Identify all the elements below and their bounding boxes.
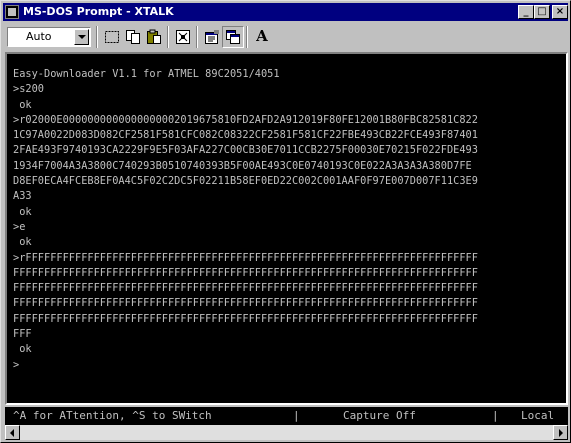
terminal-line: >e bbox=[13, 220, 26, 233]
terminal-line: A33 bbox=[13, 190, 32, 203]
arrow-left-icon bbox=[10, 429, 14, 437]
copy-button[interactable] bbox=[122, 26, 144, 48]
status-hint: ^A for ATtention, ^S to SWitch bbox=[13, 409, 212, 422]
paste-button[interactable] bbox=[143, 26, 165, 48]
copy-icon bbox=[126, 30, 140, 44]
terminal-line: FFFFFFFFFFFFFFFFFFFFFFFFFFFFFFFFFFFFFFFF… bbox=[13, 312, 478, 325]
minimize-button[interactable]: _ bbox=[518, 5, 534, 19]
horizontal-scrollbar[interactable] bbox=[5, 425, 568, 440]
chevron-down-icon[interactable] bbox=[74, 29, 89, 45]
properties-button[interactable] bbox=[201, 26, 223, 48]
terminal-screen[interactable]: Easy-Downloader V1.1 for ATMEL 89C2051/4… bbox=[5, 52, 568, 405]
maximize-button[interactable]: □ bbox=[534, 5, 550, 19]
terminal-line: >r02000E0000000000000000002019675810FD2A… bbox=[13, 113, 478, 126]
scroll-right-button[interactable] bbox=[553, 425, 568, 440]
terminal-line: ok bbox=[13, 205, 32, 218]
background-icon bbox=[226, 30, 240, 44]
mark-icon bbox=[105, 31, 119, 43]
terminal-line: ok bbox=[13, 98, 32, 111]
toolbar-divider bbox=[196, 26, 198, 48]
paste-icon bbox=[147, 29, 161, 44]
msdos-app-icon[interactable] bbox=[5, 5, 19, 19]
mode-status: Local bbox=[521, 409, 555, 422]
terminal-line: FFFFFFFFFFFFFFFFFFFFFFFFFFFFFFFFFFFFFFFF… bbox=[13, 266, 478, 279]
toolbar-divider bbox=[167, 26, 169, 48]
title-bar[interactable]: MS-DOS Prompt - XTALK _ □ × bbox=[3, 3, 568, 21]
terminal-line: Easy-Downloader V1.1 for ATMEL 89C2051/4… bbox=[13, 68, 280, 80]
status-separator: | bbox=[492, 409, 499, 422]
window-title: MS-DOS Prompt - XTALK bbox=[23, 5, 174, 18]
capture-status: Capture Off bbox=[343, 409, 416, 422]
toolbar-divider bbox=[246, 26, 248, 48]
background-button[interactable] bbox=[222, 26, 244, 48]
arrow-right-icon bbox=[559, 429, 563, 437]
terminal-line: >s200 bbox=[13, 83, 44, 96]
toolbar-divider bbox=[96, 26, 98, 48]
terminal-line: FFFFFFFFFFFFFFFFFFFFFFFFFFFFFFFFFFFFFFFF… bbox=[13, 282, 478, 295]
font-size-select[interactable]: Auto bbox=[7, 27, 91, 47]
fullscreen-icon bbox=[176, 30, 190, 44]
close-button[interactable]: × bbox=[552, 5, 568, 19]
scroll-left-button[interactable] bbox=[5, 425, 20, 440]
terminal-output: Easy-Downloader V1.1 for ATMEL 89C2051/4… bbox=[13, 67, 478, 373]
mark-button[interactable] bbox=[101, 26, 123, 48]
font-size-value: Auto bbox=[26, 30, 52, 43]
font-button[interactable]: A bbox=[251, 26, 273, 48]
terminal-line: 1934F7004A3A3800C740293B0510740393B5F00A… bbox=[13, 159, 472, 172]
terminal-line: FFF bbox=[13, 328, 32, 341]
terminal-line: 1C97A0022D083D082CF2581F581CFC082C08322C… bbox=[13, 129, 478, 142]
fullscreen-button[interactable] bbox=[172, 26, 194, 48]
properties-icon bbox=[205, 30, 219, 44]
terminal-line: 2FAE493F9740193CA2229F9E5F03AFA227C00CB3… bbox=[13, 144, 478, 157]
terminal-line: D8EF0ECA4FCEB8EF0A4C5F02C2DC5F02211B58EF… bbox=[13, 175, 478, 188]
terminal-line: ok bbox=[13, 236, 32, 249]
terminal-line: ok bbox=[13, 343, 32, 356]
terminal-line: FFFFFFFFFFFFFFFFFFFFFFFFFFFFFFFFFFFFFFFF… bbox=[13, 297, 478, 310]
toolbar: Auto A bbox=[3, 23, 568, 51]
status-separator: | bbox=[293, 409, 300, 422]
terminal-line: > bbox=[13, 358, 20, 371]
terminal-line: >rFFFFFFFFFFFFFFFFFFFFFFFFFFFFFFFFFFFFFF… bbox=[13, 251, 478, 264]
status-bar: ^A for ATtention, ^S to SWitch | Capture… bbox=[5, 407, 568, 425]
dos-window: MS-DOS Prompt - XTALK _ □ × Auto A Easy-… bbox=[0, 0, 571, 443]
